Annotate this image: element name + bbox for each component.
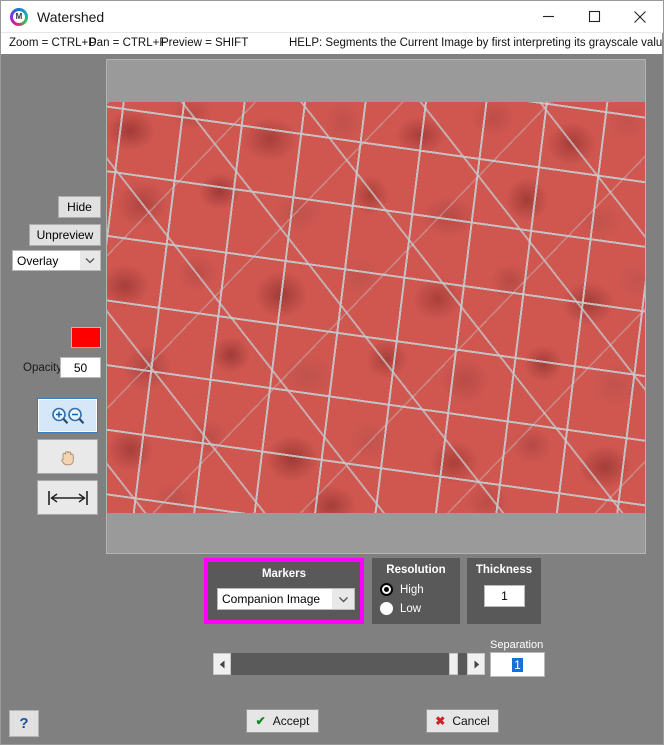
zoom-tool-button[interactable]	[37, 398, 98, 433]
window-title: Watershed	[37, 8, 105, 25]
x-icon: ✖	[435, 714, 446, 728]
chevron-down-icon[interactable]	[332, 589, 354, 609]
shortcut-help-strip: Zoom = CTRL+D Pan = CTRL+F Preview = SHI…	[1, 33, 663, 54]
resolution-title: Resolution	[386, 564, 446, 576]
preview-shortcut-label: Preview = SHIFT	[161, 37, 249, 49]
accept-label: Accept	[272, 714, 310, 728]
dialog-body: Hide Unpreview Overlay Opacity: 50 ? Mar…	[1, 54, 663, 744]
maximize-button[interactable]	[571, 1, 617, 32]
window-titlebar: Watershed	[1, 1, 663, 33]
strip-divider	[662, 33, 663, 54]
overlay-color-swatch[interactable]	[71, 327, 101, 348]
help-text: HELP: Segments the Current Image by firs…	[289, 37, 663, 49]
opacity-input[interactable]: 50	[60, 357, 101, 378]
thickness-group: Thickness 1	[467, 558, 541, 624]
resolution-radio-high[interactable]: High	[380, 583, 424, 596]
zoom-in-out-icon	[51, 407, 84, 424]
radio-unselected-icon	[380, 602, 393, 615]
horizontal-arrows-icon	[47, 490, 88, 505]
left-arrow-icon[interactable]	[213, 653, 231, 675]
zoom-shortcut-label: Zoom = CTRL+D	[9, 37, 97, 49]
separation-label: Separation	[490, 639, 544, 651]
thickness-input[interactable]: 1	[484, 585, 525, 607]
right-arrow-icon[interactable]	[467, 653, 485, 675]
markers-select[interactable]: Companion Image	[217, 588, 355, 610]
resolution-high-label: High	[400, 583, 424, 596]
separation-input[interactable]: 1	[490, 652, 545, 677]
watershed-boundaries-diagonal-b	[107, 102, 645, 513]
help-button[interactable]: ?	[9, 710, 39, 737]
cancel-label: Cancel	[452, 714, 490, 728]
resolution-radio-low[interactable]: Low	[380, 602, 421, 615]
pan-tool-button[interactable]	[37, 439, 98, 474]
markers-group: Markers Companion Image	[204, 558, 364, 624]
chevron-down-icon[interactable]	[80, 251, 100, 270]
pan-shortcut-label: Pan = CTRL+F	[89, 37, 167, 49]
opacity-label: Opacity:	[23, 362, 66, 374]
thickness-title: Thickness	[475, 564, 533, 576]
unpreview-button[interactable]: Unpreview	[29, 224, 101, 246]
watershed-preview-canvas[interactable]	[106, 59, 646, 554]
separation-slider[interactable]	[213, 653, 485, 675]
markers-value: Companion Image	[222, 592, 321, 606]
mipar-logo-icon	[10, 7, 28, 26]
slider-track[interactable]	[231, 653, 467, 675]
check-icon: ✔	[255, 714, 266, 728]
close-button[interactable]	[617, 1, 663, 32]
cancel-button[interactable]: ✖ Cancel	[426, 709, 499, 733]
separation-value: 1	[512, 657, 523, 672]
resolution-group: Resolution High Low	[372, 558, 460, 624]
overlay-mode-value: Overlay	[17, 253, 59, 268]
resolution-low-label: Low	[400, 602, 422, 615]
hand-icon	[60, 450, 74, 465]
fit-width-tool-button[interactable]	[37, 480, 98, 515]
minimize-button[interactable]	[525, 1, 571, 32]
markers-title: Markers	[261, 568, 307, 580]
overlay-mode-select[interactable]: Overlay	[12, 250, 101, 271]
accept-button[interactable]: ✔ Accept	[246, 709, 319, 733]
segmented-image[interactable]	[107, 102, 645, 513]
slider-thumb[interactable]	[448, 653, 458, 675]
hide-button[interactable]: Hide	[58, 196, 101, 218]
radio-selected-icon	[380, 583, 393, 596]
